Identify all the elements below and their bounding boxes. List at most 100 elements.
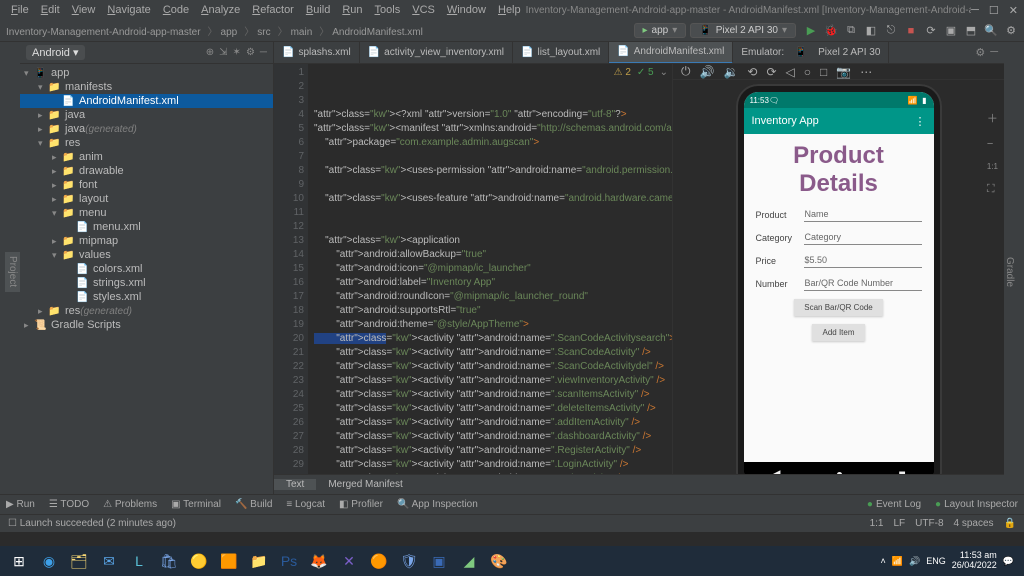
overview-icon[interactable]: □ (820, 65, 827, 79)
code-editor[interactable]: 1234567891011121314151617181920212223242… (274, 64, 672, 474)
tree-node[interactable]: ▸📁res (generated) (20, 304, 273, 318)
photoshop-icon[interactable]: Ps (274, 548, 304, 574)
tree-node[interactable]: 📄colors.xml (20, 262, 273, 276)
store-icon[interactable]: 🛍 (154, 548, 184, 574)
voldown-icon[interactable]: 🔉 (723, 65, 738, 79)
tab-hide-icon[interactable]: ─ (990, 46, 998, 59)
gear-icon[interactable]: ⚙ (246, 47, 255, 58)
stop-icon[interactable]: ■ (904, 24, 918, 38)
tool-profiler[interactable]: ◧ Profiler (339, 499, 383, 510)
text-field[interactable]: Category (804, 230, 922, 245)
tree-node[interactable]: ▾📁values (20, 248, 273, 262)
editor-tab[interactable]: 📄splashs.xml (274, 42, 360, 64)
tree-node[interactable]: ▸📁java (generated) (20, 122, 273, 136)
menu-file[interactable]: File (6, 4, 34, 16)
tree-node[interactable]: ▸📁java (20, 108, 273, 122)
menu-analyze[interactable]: Analyze (196, 4, 245, 16)
coverage-icon[interactable]: ⧉ (844, 24, 858, 38)
collapse-icon[interactable]: ✶ (233, 47, 241, 58)
rotate-left-icon[interactable]: ⟲ (747, 65, 757, 79)
menu-run[interactable]: Run (337, 4, 367, 16)
lock-icon[interactable]: 🔒 (1004, 518, 1016, 529)
attach-icon[interactable]: ⎋ (884, 24, 898, 38)
device-screen[interactable]: 11:53 🗨 📶 ▮ Inventory App ⋮ Product Deta… (744, 92, 934, 474)
system-tray[interactable]: ˄ 📶 🔊 ENG 11:53 am 26/04/2022 💬 (881, 551, 1020, 571)
inspection-widget[interactable]: ⚠ 2 ✓ 5 ⌄ (614, 66, 668, 80)
tree-node[interactable]: 📄strings.xml (20, 276, 273, 290)
mail-icon[interactable]: ✉ (94, 548, 124, 574)
rotate-right-icon[interactable]: ⟳ (766, 65, 776, 79)
editor-tab[interactable]: 📄AndroidManifest.xml (609, 42, 733, 64)
menu-vcs[interactable]: VCS (407, 4, 440, 16)
tool-todo[interactable]: ☰ TODO (49, 499, 89, 510)
chrome-icon[interactable]: 🟡 (184, 548, 214, 574)
explorer-icon[interactable]: 🗂 (64, 548, 94, 574)
app-menu-icon[interactable]: ⋮ (915, 115, 926, 128)
tool-app-inspection[interactable]: 🔍 App Inspection (397, 499, 478, 510)
profile-icon[interactable]: ◧ (864, 24, 878, 38)
menu-help[interactable]: Help (493, 4, 526, 16)
android-studio-icon[interactable]: ◢ (454, 548, 484, 574)
text-field[interactable]: Name (804, 207, 922, 222)
home-icon[interactable]: ○ (804, 65, 811, 79)
crumb[interactable]: app (221, 27, 238, 38)
tree-node[interactable]: ▸📁mipmap (20, 234, 273, 248)
gradle-tab[interactable]: Gradle (1004, 257, 1015, 287)
run-icon[interactable]: ▶ (804, 24, 818, 38)
edge-icon[interactable]: ◉ (34, 548, 64, 574)
menu-code[interactable]: Code (158, 4, 194, 16)
menu-window[interactable]: Window (442, 4, 491, 16)
project-view-selector[interactable]: Android ▾ (26, 45, 85, 60)
tray-notif-icon[interactable]: 💬 (1003, 556, 1014, 567)
zoom-in-icon[interactable]: ＋ (987, 110, 998, 126)
text-field[interactable]: $5.50 (804, 253, 922, 268)
tool-layout-inspector[interactable]: Layout Inspector (935, 499, 1018, 510)
menu-edit[interactable]: Edit (36, 4, 65, 16)
tree-node[interactable]: ▸📁drawable (20, 164, 273, 178)
status-item[interactable]: 1:1 (870, 518, 884, 529)
tree-node[interactable]: ▸📁anim (20, 150, 273, 164)
start-icon[interactable]: ⊞ (4, 548, 34, 574)
firefox-icon[interactable]: 🦊 (304, 548, 334, 574)
crumb[interactable]: AndroidManifest.xml (332, 27, 423, 38)
tab-gear-icon[interactable]: ⚙ (975, 46, 985, 59)
tree-node[interactable]: ▾📱app (20, 66, 273, 80)
tool-problems[interactable]: ⚠ Problems (103, 499, 157, 510)
tray-chevron-icon[interactable]: ˄ (881, 556, 886, 566)
zoom-actual-icon[interactable]: ⛶ (987, 183, 998, 196)
shield-icon[interactable]: 🛡 (394, 548, 424, 574)
settings-icon[interactable]: ⚙ (1004, 24, 1018, 38)
code-content[interactable]: ⚠ 2 ✓ 5 ⌄ "attr">class="kw"><?xml "attr"… (308, 64, 672, 474)
nav-home-icon[interactable]: ● (836, 467, 843, 474)
tray-wifi-icon[interactable]: 📶 (892, 556, 903, 567)
tool-run[interactable]: ▶ Run (6, 499, 35, 510)
office-icon[interactable]: 🟠 (364, 548, 394, 574)
nav-back-icon[interactable]: ◀ (771, 467, 780, 474)
menu-navigate[interactable]: Navigate (102, 4, 155, 16)
tree-node[interactable]: ▾📁manifests (20, 80, 273, 94)
volup-icon[interactable]: 🔊 (700, 65, 715, 79)
editor-tab[interactable]: 📄list_layout.xml (513, 42, 609, 64)
tool-terminal[interactable]: ▣ Terminal (171, 499, 221, 510)
tool-build[interactable]: 🔨 Build (235, 499, 272, 510)
power-icon[interactable]: ⏻ (681, 64, 691, 79)
hide-icon[interactable]: ─ (260, 47, 267, 58)
scan-button[interactable]: Scan Bar/QR Code (794, 299, 882, 316)
menu-build[interactable]: Build (301, 4, 335, 16)
project-tool-tab[interactable]: Project (5, 252, 20, 291)
run-config-selector[interactable]: ▸app ▾ (634, 23, 687, 38)
status-item[interactable]: 4 spaces (954, 518, 994, 529)
paint-icon[interactable]: 🎨 (484, 548, 514, 574)
nav-recent-icon[interactable]: ■ (899, 467, 906, 474)
add-item-button[interactable]: Add Item (812, 324, 864, 341)
sync-icon[interactable]: ⟳ (924, 24, 938, 38)
menu-tools[interactable]: Tools (370, 4, 406, 16)
vs-icon[interactable]: ✕ (334, 548, 364, 574)
status-item[interactable]: LF (894, 518, 906, 529)
more-icon[interactable]: ⋯ (860, 65, 872, 79)
crumb[interactable]: src (257, 27, 270, 38)
maximize-icon[interactable]: ☐ (989, 4, 999, 17)
tray-lang[interactable]: ENG (926, 556, 946, 566)
text-field[interactable]: Bar/QR Code Number (804, 276, 922, 291)
xampp-icon[interactable]: 🟧 (214, 548, 244, 574)
